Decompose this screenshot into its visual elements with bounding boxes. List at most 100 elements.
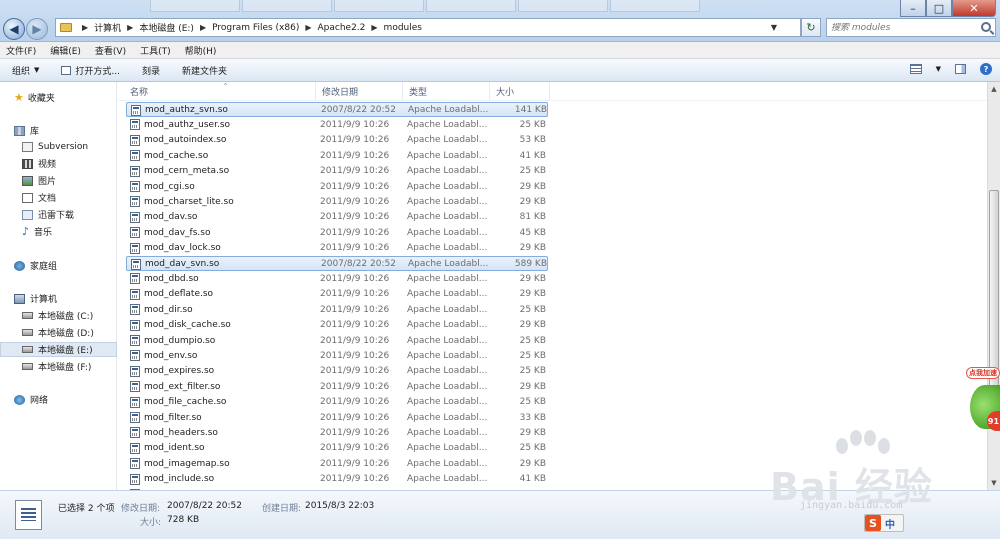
nav-drive-d[interactable]: 本地磁盘 (D:): [0, 325, 117, 340]
table-row[interactable]: mod_file_cache.so 2011/9/9 10:26 Apache Lo…: [126, 395, 548, 410]
nav-computer[interactable]: 计算机: [0, 291, 117, 306]
column-header-name[interactable]: 名称 ^: [124, 82, 316, 100]
table-row[interactable]: mod_charset_lite.so 2011/9/9 10:26 Apache …: [126, 194, 548, 209]
menu-file[interactable]: 文件(F): [6, 44, 36, 57]
close-button[interactable]: ✕: [952, 0, 996, 17]
music-note-icon: ♪: [22, 224, 30, 238]
file-modified-date: 2011/9/9 10:26: [320, 196, 390, 207]
nav-libraries[interactable]: 库: [0, 123, 117, 138]
column-header-type[interactable]: 类型: [403, 82, 490, 100]
table-row[interactable]: mod_imagemap.so 2011/9/9 10:26 Apache Load…: [126, 456, 548, 471]
file-type: Apache Loadabl...: [407, 397, 488, 408]
organize-button[interactable]: 组织 ▼: [12, 64, 39, 77]
table-row[interactable]: mod_dbd.so 2011/9/9 10:26 Apache Loadabl..…: [126, 271, 548, 286]
column-header-size[interactable]: 大小: [490, 82, 550, 100]
menu-view[interactable]: 查看(V): [95, 44, 126, 57]
table-row[interactable]: mod_dav_svn.so 2007/8/22 20:52 Apache Load…: [126, 256, 548, 271]
nav-drive-f[interactable]: 本地磁盘 (F:): [0, 359, 117, 374]
forward-button[interactable]: ▶: [26, 18, 48, 40]
nav-drive-e[interactable]: 本地磁盘 (E:): [0, 342, 117, 357]
ime-mode[interactable]: 中: [885, 516, 895, 531]
refresh-button[interactable]: ↻: [801, 18, 821, 37]
speed-badge[interactable]: 91: [987, 411, 1000, 431]
file-size: 81 KB: [519, 212, 546, 223]
file-type: Apache Loadabl...: [407, 289, 488, 300]
open-with-button[interactable]: 打开方式...: [61, 64, 120, 77]
back-button[interactable]: ◀: [3, 18, 25, 40]
address-history-dropdown-icon[interactable]: ▼: [766, 19, 782, 36]
table-row[interactable]: mod_authz_user.so 2011/9/9 10:26 Apache Lo…: [126, 117, 548, 132]
scroll-up-icon[interactable]: ▲: [988, 82, 1000, 96]
nav-item-videos[interactable]: 视频: [0, 156, 117, 171]
file-name: mod_cgi.so: [144, 181, 195, 192]
search-box[interactable]: [826, 18, 996, 37]
table-row[interactable]: mod_dav_lock.so 2011/9/9 10:26 Apache Load…: [126, 241, 548, 256]
nav-item-documents[interactable]: 文档: [0, 190, 117, 205]
size-label: 大小:: [140, 518, 162, 528]
file-modified-date: 2011/9/9 10:26: [320, 335, 390, 346]
file-type: Apache Loadabl...: [407, 119, 488, 130]
search-input[interactable]: [831, 22, 971, 33]
nav-favorites[interactable]: ★ 收藏夹: [0, 90, 117, 105]
new-folder-button[interactable]: 新建文件夹: [182, 64, 227, 77]
preview-pane-icon[interactable]: [955, 64, 966, 74]
table-row[interactable]: mod_filter.so 2011/9/9 10:26 Apache Loadab…: [126, 410, 548, 425]
breadcrumb-chevron-icon[interactable]: ▶: [200, 23, 206, 32]
nav-item-subversion[interactable]: Subversion: [0, 139, 117, 154]
scroll-down-icon[interactable]: ▼: [988, 476, 1000, 490]
table-row[interactable]: mod_deflate.so 2011/9/9 10:26 Apache Loada…: [126, 287, 548, 302]
speedup-bubble[interactable]: 点我加速: [966, 367, 1000, 379]
file-size: 25 KB: [519, 443, 546, 454]
breadcrumb-computer[interactable]: 计算机: [94, 21, 121, 34]
breadcrumb-chevron-icon[interactable]: ▶: [127, 23, 133, 32]
view-options-chevron-icon[interactable]: ▼: [936, 65, 941, 73]
breadcrumb-chevron-icon[interactable]: ▶: [305, 23, 311, 32]
table-row[interactable]: mod_autoindex.so 2011/9/9 10:26 Apache Loa…: [126, 133, 548, 148]
menu-edit[interactable]: 编辑(E): [50, 44, 81, 57]
breadcrumb-chevron-icon[interactable]: ▶: [371, 23, 377, 32]
minimize-button[interactable]: –: [900, 0, 926, 17]
burn-button[interactable]: 刻录: [142, 64, 160, 77]
help-icon[interactable]: ?: [980, 63, 992, 75]
table-row[interactable]: mod_cern_meta.so 2011/9/9 10:26 Apache Loa…: [126, 164, 548, 179]
table-row[interactable]: mod_include.so 2011/9/9 10:26 Apache Loada…: [126, 472, 548, 487]
file-type: Apache Loadabl...: [407, 474, 488, 485]
ime-indicator[interactable]: S 中: [864, 514, 904, 532]
table-row[interactable]: mod_dav_fs.so 2011/9/9 10:26 Apache Loadab…: [126, 225, 548, 240]
file-modified-date: 2011/9/9 10:26: [320, 243, 390, 254]
table-row[interactable]: mod_dir.so 2011/9/9 10:26 Apache Loadabl..…: [126, 302, 548, 317]
column-header-date[interactable]: 修改日期: [316, 82, 403, 100]
table-row[interactable]: mod_disk_cache.so 2011/9/9 10:26 Apache Lo…: [126, 318, 548, 333]
nav-homegroup[interactable]: 家庭组: [0, 258, 117, 273]
breadcrumb-program-files[interactable]: Program Files (x86): [212, 23, 299, 33]
nav-item-pictures[interactable]: 图片: [0, 173, 117, 188]
so-file-icon: [130, 381, 140, 393]
breadcrumb-drive-e[interactable]: 本地磁盘 (E:): [139, 21, 194, 34]
table-row[interactable]: mod_ext_filter.so 2011/9/9 10:26 Apache Lo…: [126, 379, 548, 394]
nav-item-music[interactable]: ♪ 音乐: [0, 224, 117, 239]
menu-tools[interactable]: 工具(T): [140, 44, 171, 57]
menu-help[interactable]: 帮助(H): [185, 44, 217, 57]
table-row[interactable]: mod_authz_svn.so 2007/8/22 20:52 Apache Lo…: [126, 102, 548, 117]
breadcrumb-apache[interactable]: Apache2.2: [318, 23, 366, 33]
background-window-tabs: [150, 0, 850, 12]
table-row[interactable]: mod_dumpio.so 2011/9/9 10:26 Apache Loadab…: [126, 333, 548, 348]
search-icon[interactable]: [981, 22, 991, 32]
table-row[interactable]: mod_dav.so 2011/9/9 10:26 Apache Loadabl..…: [126, 210, 548, 225]
address-bar[interactable]: ▶ 计算机 ▶ 本地磁盘 (E:) ▶ Program Files (x86) …: [55, 18, 801, 37]
nav-network[interactable]: 网络: [0, 392, 117, 407]
nav-favorites-label: 收藏夹: [27, 94, 55, 104]
table-row[interactable]: mod_headers.so 2011/9/9 10:26 Apache Loada…: [126, 425, 548, 440]
table-row[interactable]: mod_cache.so 2011/9/9 10:26 Apache Loadabl…: [126, 148, 548, 163]
nav-item-xunlei[interactable]: 迅雷下载: [0, 207, 117, 222]
breadcrumb-chevron-icon[interactable]: ▶: [82, 23, 88, 32]
table-row[interactable]: mod_ident.so 2011/9/9 10:26 Apache Loadabl…: [126, 441, 548, 456]
file-name: mod_ext_filter.so: [144, 381, 221, 392]
maximize-button[interactable]: □: [926, 0, 952, 17]
breadcrumb-modules[interactable]: modules: [384, 23, 422, 33]
nav-drive-c[interactable]: 本地磁盘 (C:): [0, 308, 117, 323]
table-row[interactable]: mod_expires.so 2011/9/9 10:26 Apache Loada…: [126, 364, 548, 379]
table-row[interactable]: mod_cgi.so 2011/9/9 10:26 Apache Loadabl..…: [126, 179, 548, 194]
table-row[interactable]: mod_env.so 2011/9/9 10:26 Apache Loadabl..…: [126, 348, 548, 363]
change-view-icon[interactable]: [909, 64, 922, 74]
